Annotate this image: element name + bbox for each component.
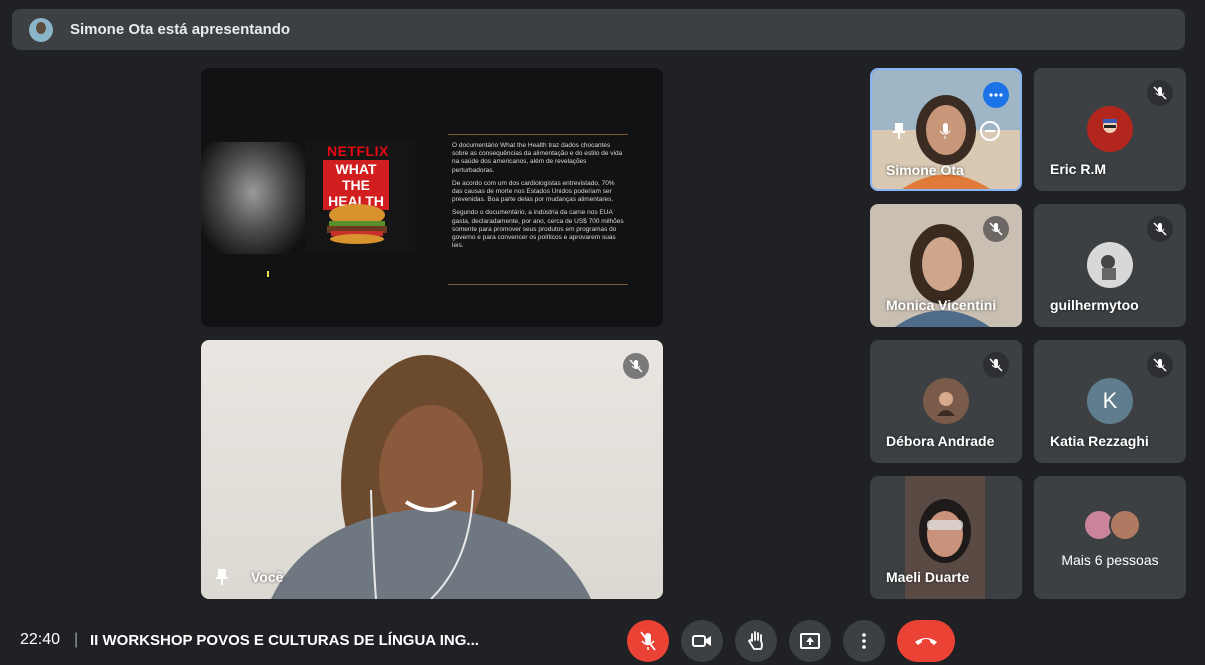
present-icon xyxy=(800,633,820,649)
more-participants-tile[interactable]: Mais 6 pessoas xyxy=(1034,476,1186,599)
participant-tile-eric[interactable]: Eric R.M xyxy=(1034,68,1186,191)
mic-off-icon xyxy=(983,216,1009,242)
slide-rule-bottom xyxy=(448,284,628,285)
avatar xyxy=(1087,242,1133,288)
presentation-tile[interactable]: NETFLIX WHAT THE HEALTH O documentário W… xyxy=(201,68,663,327)
mute-participant-icon[interactable] xyxy=(938,122,952,145)
more-participants-label: Mais 6 pessoas xyxy=(1061,552,1159,568)
mic-off-icon xyxy=(640,631,656,651)
participant-tile-simone[interactable]: Simone Ota xyxy=(870,68,1022,191)
avatar xyxy=(1087,106,1133,152)
pin-icon[interactable] xyxy=(215,568,229,591)
participant-name: Eric R.M xyxy=(1050,161,1107,177)
poster-title-line1: WHAT THE xyxy=(335,161,377,193)
poster-brand: NETFLIX xyxy=(327,143,389,159)
slide-paragraph-3: Segundo o documentário, a indústria da c… xyxy=(452,209,624,250)
more-vert-icon xyxy=(862,633,866,649)
self-video-tile[interactable]: Você xyxy=(201,340,663,599)
avatar: K xyxy=(1087,378,1133,424)
more-options-icon[interactable] xyxy=(983,82,1009,108)
present-screen-button[interactable] xyxy=(789,620,831,662)
participant-tile-guilhermytoo[interactable]: guilhermytoo xyxy=(1034,204,1186,327)
slide-text: O documentário What the Health traz dado… xyxy=(452,142,624,255)
slide-rule-top xyxy=(448,134,628,135)
meeting-time: 22:40 xyxy=(20,631,61,648)
mic-off-icon xyxy=(623,353,649,379)
actor-photo xyxy=(201,142,305,254)
participant-tile-debora[interactable]: Débora Andrade xyxy=(870,340,1022,463)
burger-image xyxy=(327,204,387,244)
raise-hand-button[interactable] xyxy=(735,620,777,662)
self-name: Você xyxy=(251,569,284,585)
participant-name: guilhermytoo xyxy=(1050,297,1139,313)
participant-tile-maeli[interactable]: Maeli Duarte xyxy=(870,476,1022,599)
mic-off-icon xyxy=(983,352,1009,378)
participant-name: Katia Rezzaghi xyxy=(1050,433,1149,449)
presenter-banner: Simone Ota está apresentando xyxy=(12,9,1185,50)
participant-name: Monica Vicentini xyxy=(886,297,997,313)
participant-name: Maeli Duarte xyxy=(886,569,970,585)
hang-up-icon xyxy=(915,638,937,645)
participant-tile-monica[interactable]: Monica Vicentini xyxy=(870,204,1022,327)
mic-off-button[interactable] xyxy=(627,620,669,662)
presenter-avatar xyxy=(29,17,53,42)
end-call-button[interactable] xyxy=(897,620,955,662)
avatar xyxy=(923,378,969,424)
participant-name: Simone Ota xyxy=(886,162,964,178)
self-video-image xyxy=(271,355,591,599)
remove-participant-icon[interactable] xyxy=(980,121,1000,141)
participant-name: Débora Andrade xyxy=(886,433,995,449)
mic-off-icon xyxy=(1147,352,1173,378)
meeting-title[interactable]: II WORKSHOP POVOS E CULTURAS DE LÍNGUA I… xyxy=(90,632,479,649)
presenter-text: Simone Ota está apresentando xyxy=(70,21,291,38)
more-options-button[interactable] xyxy=(843,620,885,662)
hand-icon xyxy=(747,631,763,650)
slide-paragraph-1: O documentário What the Health traz dado… xyxy=(452,142,623,174)
mic-off-icon xyxy=(1147,216,1173,242)
camera-button[interactable] xyxy=(681,620,723,662)
participant-tile-katia[interactable]: K Katia Rezzaghi xyxy=(1034,340,1186,463)
camera-icon xyxy=(692,635,711,647)
slide-paragraph-2: De acordo com um dos cardiologistas entr… xyxy=(452,179,615,204)
cursor-mark xyxy=(267,271,269,277)
separator: | xyxy=(74,631,79,648)
pin-icon[interactable] xyxy=(892,122,906,145)
mic-off-icon xyxy=(1147,80,1173,106)
avatar xyxy=(1109,509,1141,541)
